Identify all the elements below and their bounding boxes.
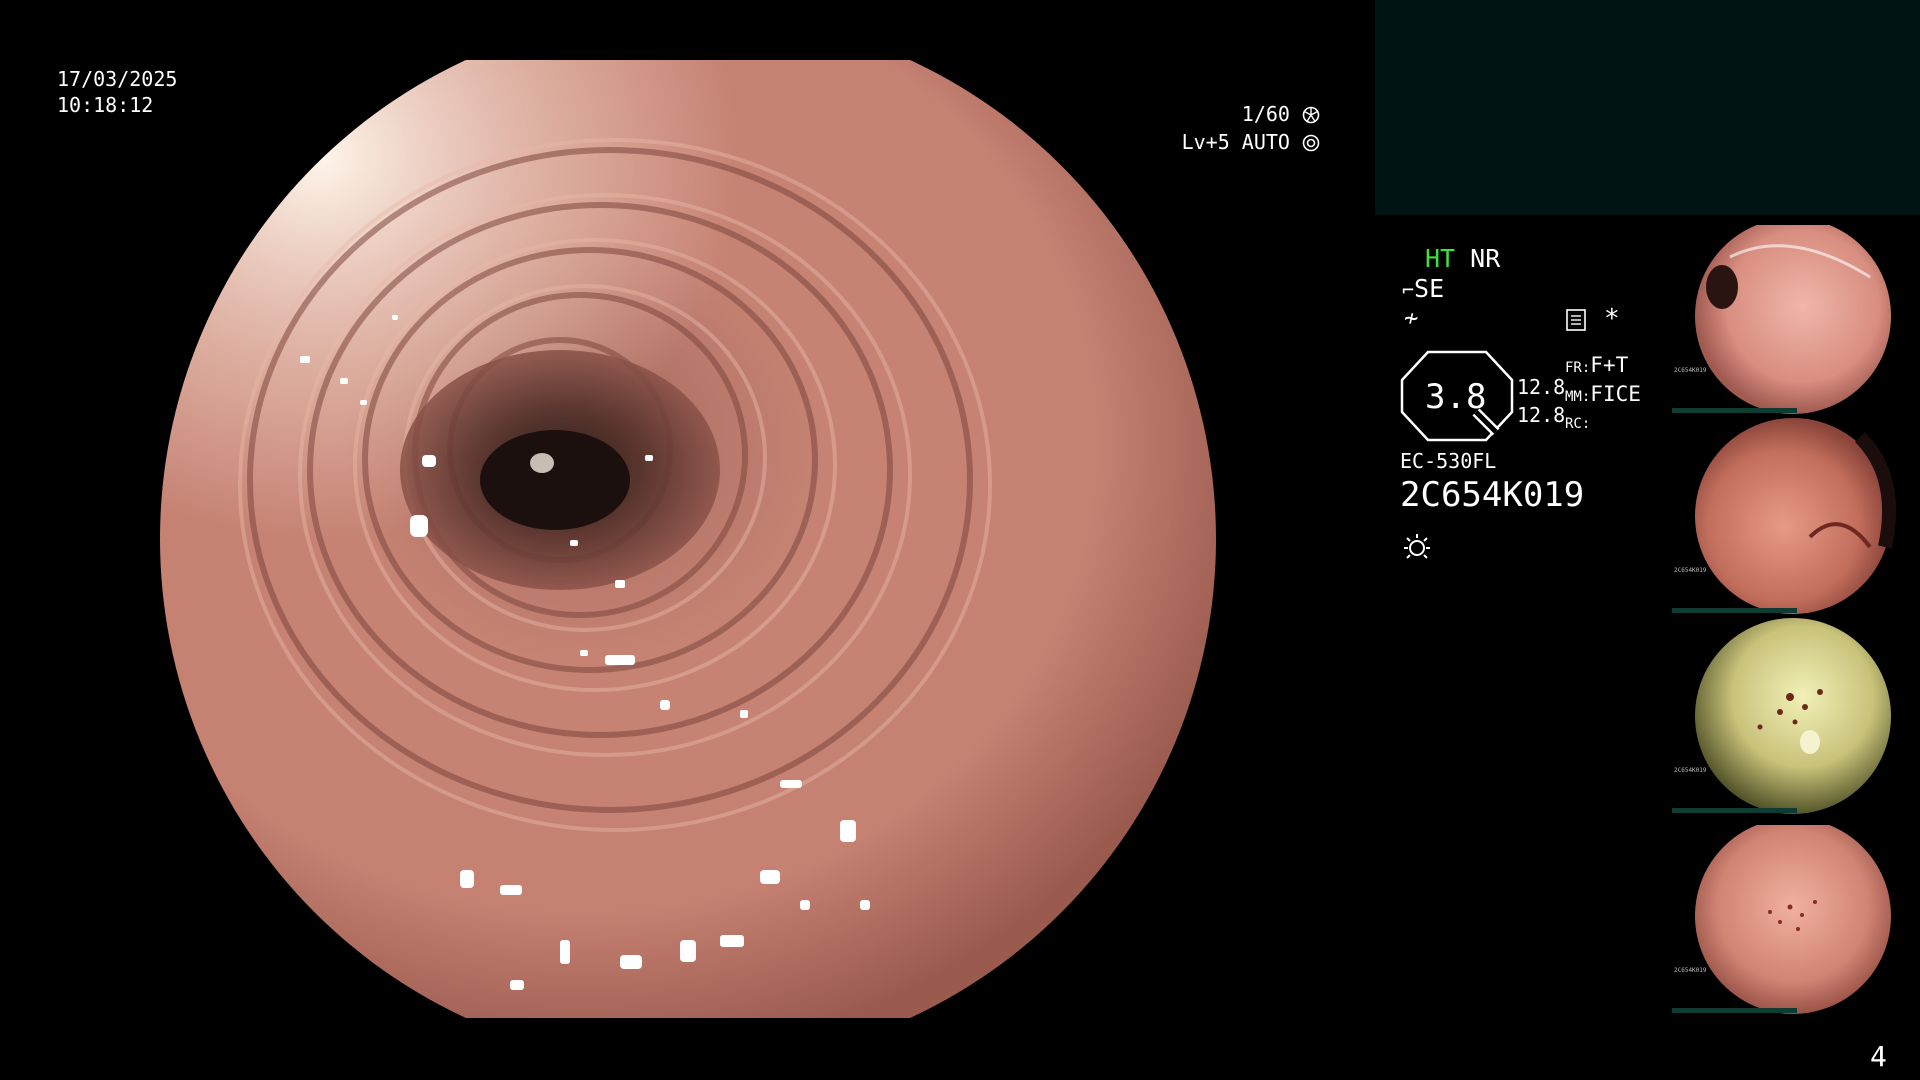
se-indicator: ⌐SE: [1402, 276, 1444, 301]
capture-memory-icon: [1566, 309, 1586, 331]
light-source-icon: [1404, 534, 1430, 559]
scope-model: EC-530FL: [1400, 449, 1497, 473]
nr-label: NR: [1470, 244, 1501, 273]
se-label: SE: [1414, 274, 1445, 303]
thumb-2-label: 2C654K019: [1674, 567, 1707, 574]
asterisk-marker: *: [1604, 304, 1620, 334]
diameter-value: 3.8: [1425, 377, 1487, 417]
thumb-3-bar: [1672, 808, 1797, 813]
thumbnail-2[interactable]: 2C654K019: [1670, 417, 1920, 615]
shutter-speed: 1/60: [1241, 102, 1290, 126]
thumb-4-bar: [1672, 1008, 1797, 1013]
ht-label: HT: [1425, 244, 1456, 273]
thumb-4-label: 2C654K019: [1674, 967, 1707, 974]
thumb-1-bar: [1672, 408, 1797, 413]
mm-value: FICE: [1590, 382, 1641, 406]
mode-labels: FR:F+T MM:FICE RC:: [1565, 352, 1641, 437]
endoscopic-main-view: [160, 60, 1216, 1018]
mm-label: MM:: [1565, 389, 1591, 405]
scope-numbers: 12.8 12.8: [1517, 373, 1565, 429]
flicker-icon: ≁: [1404, 304, 1419, 332]
page-number: 4: [1870, 1040, 1887, 1073]
number-1: 12.8: [1517, 375, 1566, 399]
shutter-icon: [1302, 106, 1320, 124]
fr-label: FR:: [1565, 360, 1591, 376]
scope-serial: 2C654K019: [1400, 475, 1585, 515]
number-2: 12.8: [1517, 403, 1566, 427]
rc-label: RC:: [1565, 416, 1591, 432]
time-text: 10:18:12: [57, 93, 154, 117]
thumb-3-label: 2C654K019: [1674, 767, 1707, 774]
enhance-icon: ⌐: [1402, 278, 1415, 302]
thumb-1-label: 2C654K019: [1674, 367, 1707, 374]
info-panel-header: [1375, 0, 1920, 215]
thumbnail-4[interactable]: 2C654K019: [1670, 817, 1920, 1015]
exposure-readout: 1/60 Lv+5 AUTO: [1182, 100, 1320, 156]
date-text: 17/03/2025: [57, 67, 178, 91]
fr-value: F+T: [1590, 353, 1629, 377]
thumbnail-3[interactable]: 2C654K019: [1670, 617, 1920, 815]
brightness-level: Lv+5 AUTO: [1181, 130, 1290, 154]
ht-nr-indicator: HT NR: [1425, 246, 1500, 271]
auto-iris-icon: [1302, 134, 1320, 152]
date-time-overlay: 17/03/2025 10:18:12: [57, 66, 177, 118]
thumb-2-bar: [1672, 608, 1797, 613]
thumbnail-1[interactable]: 2C654K019: [1670, 217, 1920, 415]
